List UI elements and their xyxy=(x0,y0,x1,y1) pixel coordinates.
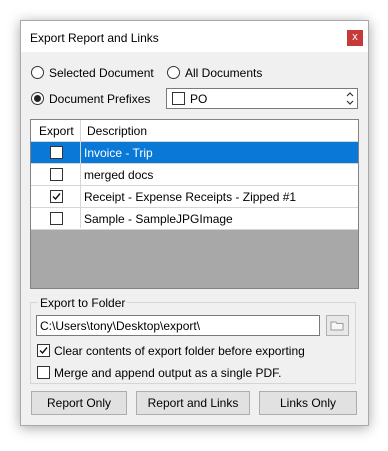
checkmark-icon xyxy=(52,193,61,201)
links-only-button[interactable]: Links Only xyxy=(259,391,357,415)
export-column-header: Export xyxy=(39,124,74,138)
folder-icon xyxy=(330,321,344,331)
all-documents-label: All Documents xyxy=(185,66,263,80)
row-description: merged docs xyxy=(84,168,154,182)
document-prefixes-radio[interactable] xyxy=(31,92,44,105)
description-column-header: Description xyxy=(87,124,148,138)
checkmark-icon xyxy=(39,347,48,355)
close-button[interactable]: x xyxy=(347,30,363,46)
selected-document-radio[interactable] xyxy=(31,66,44,79)
title-bar: Export Report and Links x xyxy=(21,21,368,52)
all-documents-radio[interactable] xyxy=(167,66,180,79)
document-prefixes-label: Document Prefixes xyxy=(49,92,151,106)
row-description: Invoice - Trip xyxy=(84,146,153,160)
report-only-button[interactable]: Report Only xyxy=(31,391,127,415)
report-and-links-button[interactable]: Report and Links xyxy=(136,391,250,415)
dialog-title: Export Report and Links xyxy=(30,31,159,45)
export-checkbox[interactable] xyxy=(50,212,63,225)
export-table: Export Description Invoice - Trip merged… xyxy=(30,119,359,289)
export-folder-group-label: Export to Folder xyxy=(38,296,128,310)
merge-pdf-label: Merge and append output as a single PDF. xyxy=(54,366,282,380)
export-checkbox[interactable] xyxy=(50,168,63,181)
export-checkbox[interactable] xyxy=(50,146,63,159)
spinner-arrows-icon[interactable] xyxy=(345,90,355,107)
clear-folder-checkbox[interactable] xyxy=(37,344,50,357)
export-path-value: C:\Users\tony\Desktop\export\ xyxy=(40,319,201,333)
selected-document-label: Selected Document xyxy=(49,66,154,80)
browse-folder-button[interactable] xyxy=(326,315,349,336)
prefix-checkbox[interactable] xyxy=(172,92,185,105)
row-description: Receipt - Expense Receipts - Zipped #1 xyxy=(84,190,297,204)
prefix-combo[interactable]: PO xyxy=(166,88,358,109)
prefix-value: PO xyxy=(190,92,208,106)
export-dialog: Export Report and Links x Selected Docum… xyxy=(20,20,369,426)
clear-folder-label: Clear contents of export folder before e… xyxy=(54,344,305,358)
row-description: Sample - SampleJPGImage xyxy=(84,212,233,226)
column-divider xyxy=(80,120,81,228)
export-checkbox[interactable] xyxy=(50,190,63,203)
merge-pdf-checkbox[interactable] xyxy=(37,366,50,379)
export-path-input[interactable]: C:\Users\tony\Desktop\export\ xyxy=(36,315,320,336)
